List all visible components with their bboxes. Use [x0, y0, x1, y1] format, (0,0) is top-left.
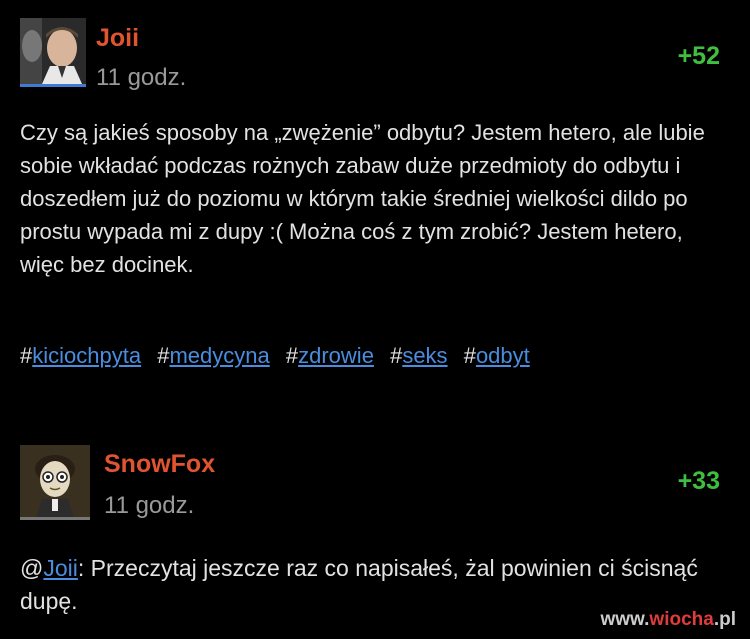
user-avatar-icon [20, 445, 90, 517]
tag-list: #kiciochpyta #medycyna #zdrowie #seks #o… [20, 343, 540, 369]
tag-zdrowie[interactable]: #zdrowie [286, 343, 374, 368]
comment-snowfox: SnowFox 11 godz. +33 @Joii: Przeczytaj j… [0, 425, 750, 639]
avatar[interactable] [20, 445, 90, 520]
tag-label[interactable]: seks [402, 343, 447, 368]
username[interactable]: SnowFox [104, 450, 215, 479]
timestamp: 11 godz. [96, 64, 187, 91]
username[interactable]: Joii [96, 24, 139, 53]
comment-joii: Joii 11 godz. +52 Czy są jakieś sposoby … [0, 0, 750, 400]
timestamp: 11 godz. [104, 492, 195, 519]
user-avatar-icon [20, 18, 86, 84]
watermark: www.wiocha.pl [601, 609, 737, 631]
tag-odbyt[interactable]: #odbyt [464, 343, 530, 368]
tag-label[interactable]: odbyt [476, 343, 530, 368]
tag-label[interactable]: medycyna [169, 343, 269, 368]
watermark-suffix: .pl [713, 609, 736, 630]
tag-label[interactable]: kiciochpyta [32, 343, 141, 368]
vote-score[interactable]: +52 [678, 42, 720, 71]
tag-medycyna[interactable]: #medycyna [157, 343, 270, 368]
reply-text: : Przeczytaj jeszcze raz co napisałeś, ż… [20, 555, 698, 614]
mention-link[interactable]: Joii [43, 555, 78, 581]
tag-label[interactable]: zdrowie [298, 343, 374, 368]
avatar[interactable] [20, 18, 86, 87]
tag-kiciochpyta[interactable]: #kiciochpyta [20, 343, 141, 368]
tag-seks[interactable]: #seks [390, 343, 448, 368]
vote-score[interactable]: +33 [678, 467, 720, 496]
watermark-accent: wiocha [649, 609, 714, 630]
comment-body: Czy są jakieś sposoby na „zwężenie” odby… [20, 120, 705, 277]
watermark-prefix: www. [600, 609, 650, 630]
